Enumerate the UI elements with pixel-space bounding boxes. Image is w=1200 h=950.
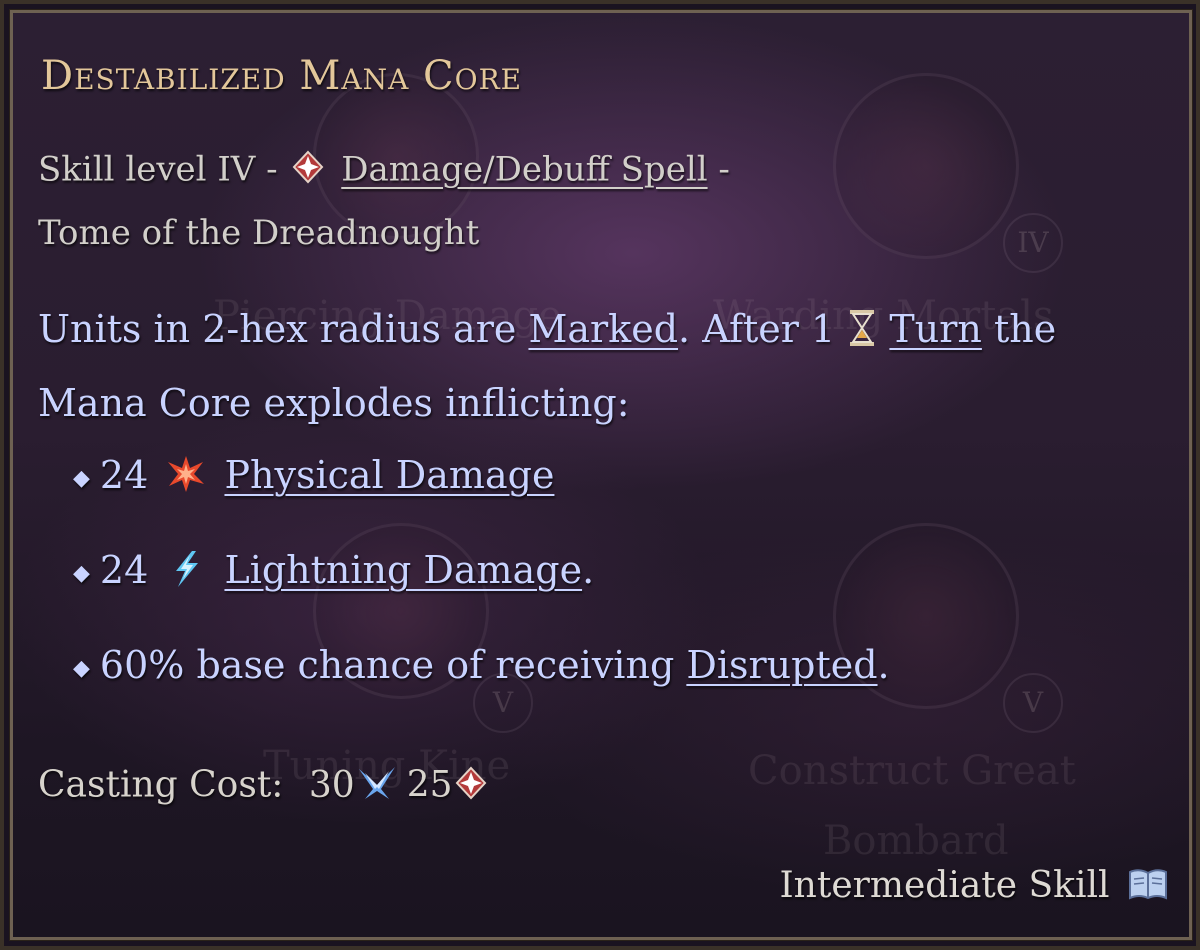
skill-meta-line: Skill level IV - Damage/Debuff Spell - xyxy=(38,149,730,194)
background-skill-node xyxy=(833,73,1019,259)
bullet-icon: ◆ xyxy=(73,656,90,681)
tooltip-panel: IV V V Piercing Damage Warding Mortals T… xyxy=(9,9,1193,941)
spell-type-icon xyxy=(290,149,326,194)
description-line-2: Mana Core explodes inflicting: xyxy=(38,381,630,425)
effect-suffix: . xyxy=(877,643,890,687)
mana-cost-value: 30 xyxy=(308,764,355,806)
disrupted-link[interactable]: Disrupted xyxy=(686,643,877,687)
background-node-level: IV xyxy=(1003,213,1063,273)
description-text: Units in 2-hex radius are xyxy=(38,307,517,351)
effect-item-disrupted: ◆ 60% base chance of receiving Disrupted. xyxy=(73,643,890,687)
effect-item-lightning: ◆ 24 Lightning Damage. xyxy=(73,548,594,598)
spell-type-link[interactable]: Damage/Debuff Spell xyxy=(341,150,707,190)
description-line-1: Units in 2-hex radius are Marked. After … xyxy=(38,307,1056,357)
marked-link[interactable]: Marked xyxy=(528,307,678,351)
casting-cost: Casting Cost: 30 25 xyxy=(38,763,489,812)
tooltip-frame: IV V V Piercing Damage Warding Mortals T… xyxy=(0,0,1200,950)
effect-suffix: . xyxy=(582,548,595,592)
background-node-name: Construct Great xyxy=(748,748,1076,794)
tome-name: Tome of the Dreadnought xyxy=(38,213,480,253)
physical-damage-icon xyxy=(166,454,206,503)
spell-type-suffix: - xyxy=(718,149,730,190)
skill-tier: Intermediate Skill xyxy=(779,865,1169,911)
effect-amount: 24 xyxy=(99,548,149,592)
mana-icon xyxy=(355,763,399,812)
bullet-icon: ◆ xyxy=(73,466,90,491)
spell-points-icon xyxy=(453,765,489,810)
bullet-icon: ◆ xyxy=(73,561,90,586)
background-node-level: V xyxy=(1003,673,1063,733)
turn-link[interactable]: Turn xyxy=(889,307,981,351)
lightning-damage-link[interactable]: Lightning Damage xyxy=(224,548,582,592)
skill-title: Destabilized Mana Core xyxy=(41,53,523,99)
lightning-damage-icon xyxy=(166,549,206,598)
casting-cost-label: Casting Cost: xyxy=(38,764,284,806)
skill-tier-label: Intermediate Skill xyxy=(779,865,1110,906)
effect-item-physical: ◆ 24 Physical Damage xyxy=(73,453,554,503)
physical-damage-link[interactable]: Physical Damage xyxy=(224,453,554,497)
tome-book-icon xyxy=(1127,866,1169,911)
background-node-name: Bombard xyxy=(823,818,1009,864)
description-text: . After 1 xyxy=(678,307,836,351)
spell-points-value: 25 xyxy=(406,764,453,806)
description-text: the xyxy=(993,307,1057,351)
effect-amount: 24 xyxy=(99,453,149,497)
hourglass-icon xyxy=(847,308,877,357)
skill-level: Skill level IV - xyxy=(38,149,278,190)
effect-text: 60% base chance of receiving xyxy=(99,643,675,687)
